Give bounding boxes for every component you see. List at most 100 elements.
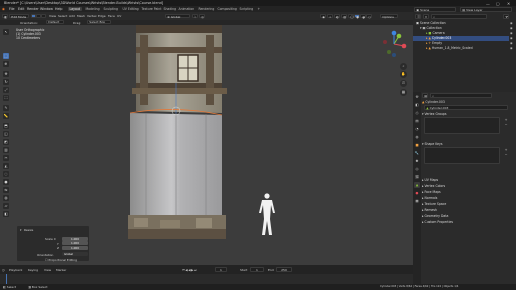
- scene-selector[interactable]: ▣ Scene: [414, 6, 456, 12]
- scene-tab-icon[interactable]: ◔: [414, 126, 420, 132]
- selected-cylinder-mesh[interactable]: [129, 106, 223, 215]
- add-vertex-group-button[interactable]: +: [502, 118, 510, 122]
- snap-icon[interactable]: ⌇: [192, 13, 198, 19]
- end-frame-field[interactable]: 250: [276, 267, 292, 272]
- workspace-tab-compositing[interactable]: Compositing: [216, 7, 238, 11]
- perspective-toggle-icon[interactable]: ▦: [400, 89, 407, 96]
- annotate-tool-icon[interactable]: ✎: [3, 105, 9, 111]
- menu-file[interactable]: File: [9, 7, 15, 11]
- normals-section[interactable]: ▸ Normals: [422, 196, 514, 200]
- transform-tool-icon[interactable]: ⛶: [3, 95, 9, 101]
- add-shape-key-button[interactable]: +: [502, 148, 510, 152]
- properties-editor-icon[interactable]: ▤: [422, 93, 428, 98]
- material-tab-icon[interactable]: ●: [414, 190, 420, 196]
- panel-collapse-icon[interactable]: ▾: [20, 228, 21, 232]
- add-workspace-button[interactable]: +: [256, 7, 262, 11]
- custom-properties-section[interactable]: ▸ Custom Properties: [422, 220, 514, 224]
- rip-region-tool-icon[interactable]: ◧: [3, 211, 9, 217]
- scale-y-field[interactable]: 1.000: [62, 241, 88, 245]
- timeline-track[interactable]: [0, 274, 413, 284]
- inset-tool-icon[interactable]: ◫: [3, 131, 9, 137]
- poly-build-tool-icon[interactable]: ◭: [3, 163, 9, 169]
- vertex-groups-header[interactable]: ▾ Vertex Groups: [422, 112, 514, 116]
- menu-render[interactable]: Render: [27, 7, 39, 11]
- mode-selector[interactable]: Edit Mode: [9, 13, 29, 19]
- tool-tab-icon[interactable]: ⚒: [414, 94, 420, 100]
- menu-window[interactable]: Window: [40, 7, 53, 11]
- human-reference-figure[interactable]: [259, 193, 275, 235]
- vertex-colors-section[interactable]: ▸ Vertex Colors: [422, 184, 514, 188]
- measure-tool-icon[interactable]: 📏: [3, 113, 9, 119]
- rendered-shading-icon[interactable]: ○: [366, 13, 372, 19]
- uv-maps-section[interactable]: ▸ UV Maps: [422, 178, 514, 182]
- select-box-tool-icon[interactable]: ⬚: [3, 53, 9, 59]
- overlays-icon[interactable]: ◐: [334, 13, 340, 19]
- proportional-editing-checkbox[interactable]: ☐ Proportional Editing: [45, 258, 77, 262]
- tower-base-mesh[interactable]: [128, 215, 226, 239]
- visibility-toggles[interactable]: ◉ ◉ ◉ ◉ ◉ ◉: [510, 21, 515, 53]
- playback-controls[interactable]: ⏮◀◀▶⏭: [182, 268, 197, 272]
- menu-mesh[interactable]: Mesh: [77, 14, 85, 18]
- workspace-tab-scripting[interactable]: Scripting: [238, 7, 255, 11]
- timeline-editor-icon[interactable]: ◷: [2, 268, 5, 272]
- menu-keying[interactable]: Keying: [28, 268, 38, 272]
- visibility-icon[interactable]: ◉: [320, 13, 326, 19]
- remove-shape-key-button[interactable]: −: [502, 153, 510, 157]
- outliner-search-input[interactable]: ⌕: [431, 14, 487, 19]
- workspace-tab-rendering[interactable]: Rendering: [197, 7, 216, 11]
- bevel-tool-icon[interactable]: ◩: [3, 139, 9, 145]
- menu-select[interactable]: Select: [58, 14, 67, 18]
- menu-view[interactable]: View: [44, 268, 51, 272]
- orientation-dropdown[interactable]: Global: [62, 252, 88, 256]
- particles-tab-icon[interactable]: ✺: [414, 158, 420, 164]
- knife-tool-icon[interactable]: ✂: [3, 155, 9, 161]
- vertex-groups-list[interactable]: [424, 117, 500, 134]
- loop-cut-tool-icon[interactable]: ▥: [3, 147, 9, 153]
- outliner-editor-icon[interactable]: ☰: [415, 14, 421, 19]
- minimize-button[interactable]: —: [486, 1, 490, 6]
- menu-marker[interactable]: Marker: [56, 268, 66, 272]
- drag-dropdown[interactable]: Select Box: [87, 20, 111, 25]
- workspace-tab-shading[interactable]: Shading: [162, 7, 178, 11]
- workspace-tab-modeling[interactable]: Modeling: [84, 7, 101, 11]
- xray-icon[interactable]: ▨: [341, 13, 347, 19]
- shape-keys-header[interactable]: ▾ Shape Keys: [422, 142, 514, 146]
- editor-type-icon[interactable]: ◧: [2, 13, 8, 19]
- workspace-tab-sculpting[interactable]: Sculpting: [102, 7, 119, 11]
- gizmo-toggle-icon[interactable]: ⌖: [327, 13, 333, 19]
- close-button[interactable]: ✕: [507, 1, 510, 6]
- playhead[interactable]: [6, 274, 7, 284]
- remove-vertex-group-button[interactable]: −: [502, 123, 510, 127]
- pan-hand-icon[interactable]: ✋: [400, 71, 407, 78]
- filter-icon[interactable]: ⧩: [503, 14, 509, 19]
- navigation-gizmo[interactable]: [379, 29, 409, 59]
- properties-search-input[interactable]: ⌕: [430, 93, 492, 98]
- outliner-item-human[interactable]: ▸ ▲ Human_1.8_Metric_Scaled: [413, 46, 509, 51]
- workspace-tab-animation[interactable]: Animation: [177, 7, 196, 11]
- move-tool-icon[interactable]: ✥: [3, 71, 9, 77]
- blender-logo-icon[interactable]: ◉: [2, 7, 5, 11]
- maximize-button[interactable]: ▢: [496, 1, 500, 6]
- render-tab-icon[interactable]: ◧: [414, 102, 420, 108]
- cursor-tool-icon[interactable]: ⊕: [3, 61, 9, 67]
- rotate-tool-icon[interactable]: ↻: [3, 79, 9, 85]
- extrude-tool-icon[interactable]: ⬒: [3, 123, 9, 129]
- constraints-tab-icon[interactable]: ⛓: [414, 174, 420, 180]
- menu-add[interactable]: Add: [69, 14, 75, 18]
- mesh-datablock-field[interactable]: ▲ Cylinder.003: [424, 105, 508, 110]
- remesh-section[interactable]: ▸ Remesh: [422, 208, 514, 212]
- modifiers-tab-icon[interactable]: 🔧: [414, 150, 420, 156]
- proportional-edit-icon[interactable]: ◎: [199, 13, 205, 19]
- smooth-tool-icon[interactable]: ●: [3, 179, 9, 185]
- world-tab-icon[interactable]: ◍: [414, 134, 420, 140]
- view-layer-selector[interactable]: ▤ View Layer: [460, 6, 512, 12]
- tower-upper-mesh[interactable]: [132, 25, 227, 115]
- zoom-icon[interactable]: ⌕: [400, 63, 407, 70]
- menu-uv[interactable]: UV: [117, 14, 121, 18]
- shear-tool-icon[interactable]: ▱: [3, 203, 9, 209]
- shrink-fatten-tool-icon[interactable]: ◍: [3, 195, 9, 201]
- physics-tab-icon[interactable]: ◎: [414, 166, 420, 172]
- object-tab-icon[interactable]: ■: [414, 142, 420, 148]
- menu-playback[interactable]: Playback: [9, 268, 22, 272]
- menu-help[interactable]: Help: [55, 7, 63, 11]
